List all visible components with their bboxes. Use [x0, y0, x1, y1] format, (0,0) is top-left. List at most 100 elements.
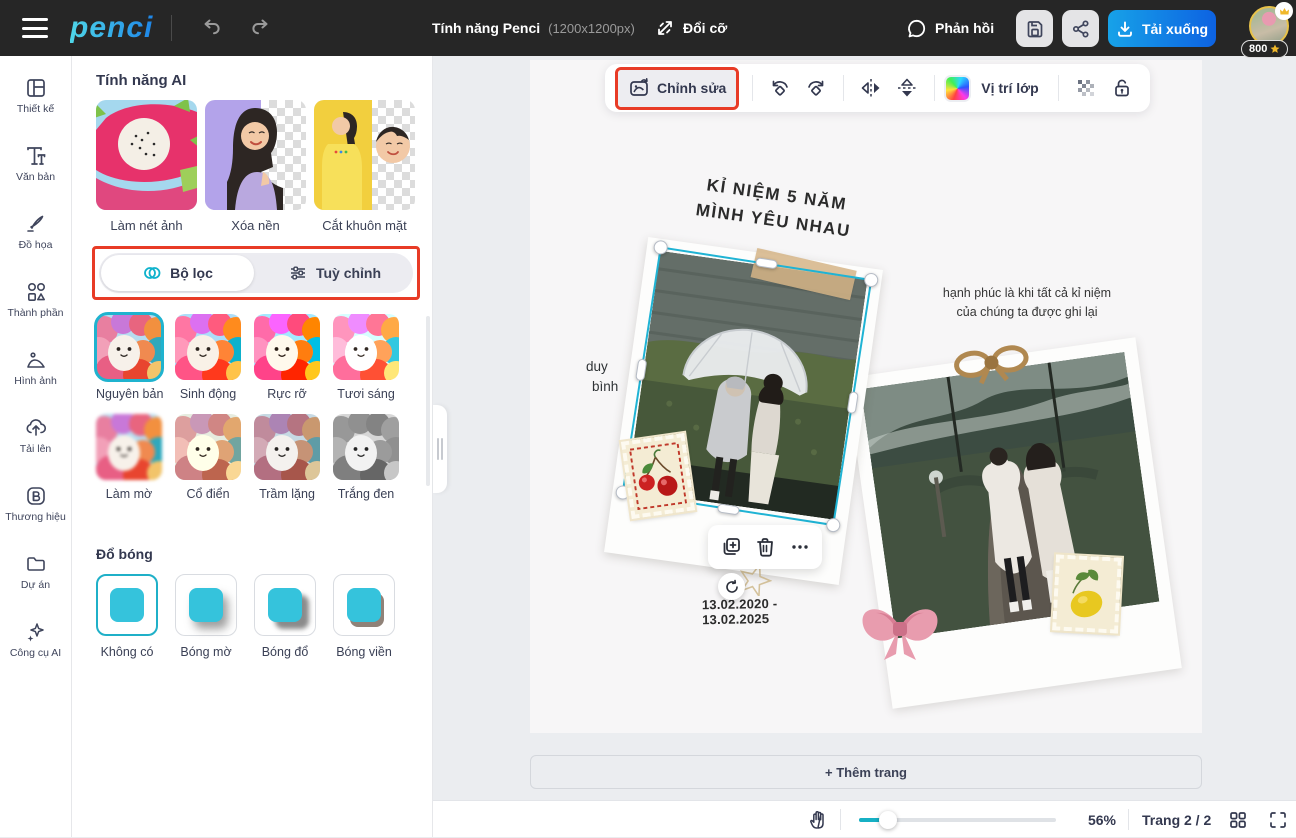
shadow-soft[interactable]: Bóng mờ [175, 574, 237, 659]
filter-blur[interactable]: Làm mờ [96, 414, 162, 501]
shapes-icon [24, 280, 48, 304]
filter-label: Làm mờ [96, 487, 162, 501]
lemon-stamp-sticker[interactable] [1052, 554, 1122, 633]
tab-custom[interactable]: Tuỳ chỉnh [258, 255, 411, 291]
feature-remove-bg[interactable]: Xóa nền [205, 100, 306, 233]
feature-label: Xóa nền [205, 218, 306, 233]
pink-bow-sticker[interactable] [858, 598, 942, 664]
canvas-toolbar: Chỉnh sửa Vị trí lớp [605, 64, 1150, 112]
crown-icon [1275, 2, 1293, 20]
sidebar-item-text[interactable]: Văn bản [0, 130, 71, 198]
layer-position-button[interactable]: Vị trí lớp [981, 80, 1038, 96]
sidebar-item-label: Công cụ AI [10, 648, 61, 660]
penci-logo[interactable]: penci [70, 11, 153, 45]
canvas-name-left[interactable]: duy bình [586, 357, 618, 396]
feature-sharpen-thumb [96, 100, 197, 210]
feature-face-crop-thumb [314, 100, 415, 210]
redo-icon[interactable] [248, 16, 272, 40]
delete-icon[interactable] [753, 535, 777, 559]
save-button[interactable] [1016, 10, 1053, 47]
filter-label: Nguyên bản [96, 387, 162, 401]
account-menu[interactable]: 800 [1247, 6, 1291, 52]
feature-remove-bg-thumb [205, 100, 306, 210]
color-picker-swatch[interactable] [944, 75, 971, 102]
download-button[interactable]: Tải xuống [1108, 10, 1216, 47]
resize-button[interactable]: Đổi cỡ [655, 0, 727, 56]
duplicate-icon[interactable] [719, 535, 743, 559]
edit-image-button[interactable]: Chỉnh sửa [618, 70, 736, 107]
sidebar-item-label: Thiết kế [17, 104, 54, 116]
pan-tool-icon[interactable] [808, 801, 829, 838]
sidebar: Thiết kế Văn bản Đồ họa Thành phần Hình … [0, 56, 72, 837]
sidebar-item-label: Thương hiệu [5, 512, 66, 524]
filter-circles-icon [142, 263, 162, 283]
filter-tab-group: Bộ lọc Tuỳ chỉnh [99, 253, 413, 293]
undo-icon[interactable] [200, 16, 224, 40]
selection-context-toolbar [708, 525, 822, 569]
document-title[interactable]: Tính năng Penci (1200x1200px) [432, 0, 635, 56]
shadow-none[interactable]: Không có [96, 574, 158, 659]
shadow-drop[interactable]: Bóng đổ [254, 574, 316, 659]
sidebar-item-label: Văn bản [16, 172, 55, 184]
rotate-left-icon[interactable] [765, 73, 795, 103]
sidebar-item-uploads[interactable]: Tải lên [0, 402, 71, 470]
lock-icon[interactable] [1107, 73, 1137, 103]
shadow-label: Bóng viền [333, 645, 395, 659]
sidebar-item-images[interactable]: Hình ảnh [0, 334, 71, 402]
tab-filters[interactable]: Bộ lọc [101, 255, 254, 291]
panel-heading: Tính năng AI [96, 72, 186, 89]
sidebar-item-graphics[interactable]: Đồ họa [0, 198, 71, 266]
divider [1128, 809, 1129, 830]
filter-bright[interactable]: Tươi sáng [333, 314, 399, 401]
filter-bw[interactable]: Trắng đen [333, 414, 399, 501]
sidebar-item-label: Hình ảnh [14, 376, 57, 388]
divider [840, 809, 841, 830]
rotate-right-icon[interactable] [801, 73, 831, 103]
cherry-stamp-sticker[interactable] [621, 433, 695, 519]
share-button[interactable] [1062, 10, 1099, 47]
sidebar-item-ai-tools[interactable]: Công cụ AI [0, 606, 71, 674]
credits-badge: 800 [1241, 40, 1288, 58]
shadow-outline[interactable]: Bóng viền [333, 574, 395, 659]
add-page-button[interactable]: + Thêm trang [530, 755, 1202, 789]
filter-muted[interactable]: Trầm lặng [254, 414, 320, 501]
more-options-icon[interactable] [788, 535, 812, 559]
filter-vibrant[interactable]: Rực rỡ [254, 314, 320, 401]
feedback-button[interactable]: Phản hồi [906, 0, 994, 56]
zoom-slider[interactable] [859, 818, 1056, 822]
app-window: penci Tính năng Penci (1200x1200px) Đổi … [0, 0, 1296, 837]
canvas-caption-text[interactable]: hạnh phúc là khi tất cả kỉ niệm của chún… [922, 284, 1132, 323]
feature-face-crop[interactable]: Cắt khuôn mặt [314, 100, 415, 233]
sidebar-item-brand[interactable]: Thương hiệu [0, 470, 71, 538]
panel-scrollbar[interactable] [426, 316, 430, 486]
canvas-date-text[interactable]: 13.02.2020 - 13.02.2025 [702, 595, 843, 627]
zoom-slider-thumb[interactable] [879, 811, 897, 829]
canvas-title-text[interactable]: KỈ NIỆM 5 NĂM MÌNH YÊU NHAU [667, 168, 882, 249]
sidebar-item-label: Tải lên [20, 444, 52, 456]
menu-icon[interactable] [22, 18, 48, 38]
panel-collapse-handle[interactable] [433, 405, 447, 493]
sidebar-item-elements[interactable]: Thành phần [0, 266, 71, 334]
grid-view-icon[interactable] [1228, 801, 1248, 838]
filter-label: Trầm lặng [254, 487, 320, 501]
feature-sharpen[interactable]: Làm nét ảnh [96, 100, 197, 233]
save-icon [1025, 19, 1045, 39]
filter-vivid[interactable]: Sinh động [175, 314, 241, 401]
transparency-icon[interactable] [1071, 73, 1101, 103]
sidebar-item-projects[interactable]: Dự án [0, 538, 71, 606]
page-indicator[interactable]: Trang 2 / 2 [1142, 801, 1211, 838]
flip-vertical-icon[interactable] [892, 73, 922, 103]
annotation-red-box-tabs: Bộ lọc Tuỳ chỉnh [92, 246, 420, 300]
sidebar-item-design[interactable]: Thiết kế [0, 62, 71, 130]
design-page[interactable]: KỈ NIỆM 5 NĂM MÌNH YÊU NHAU hạnh phúc là… [530, 60, 1202, 733]
flip-horizontal-icon[interactable] [856, 73, 886, 103]
download-icon [1116, 20, 1134, 38]
sidebar-item-label: Thành phần [7, 308, 63, 320]
filter-classic[interactable]: Cổ điển [175, 414, 241, 501]
rotate-handle[interactable] [718, 573, 745, 600]
shadow-heading: Đổ bóng [96, 546, 153, 562]
share-icon [1071, 19, 1091, 39]
fullscreen-icon[interactable] [1268, 801, 1288, 838]
filter-original[interactable]: Nguyên bản [96, 314, 162, 401]
annotation-red-box-edit: Chỉnh sửa [615, 67, 739, 110]
